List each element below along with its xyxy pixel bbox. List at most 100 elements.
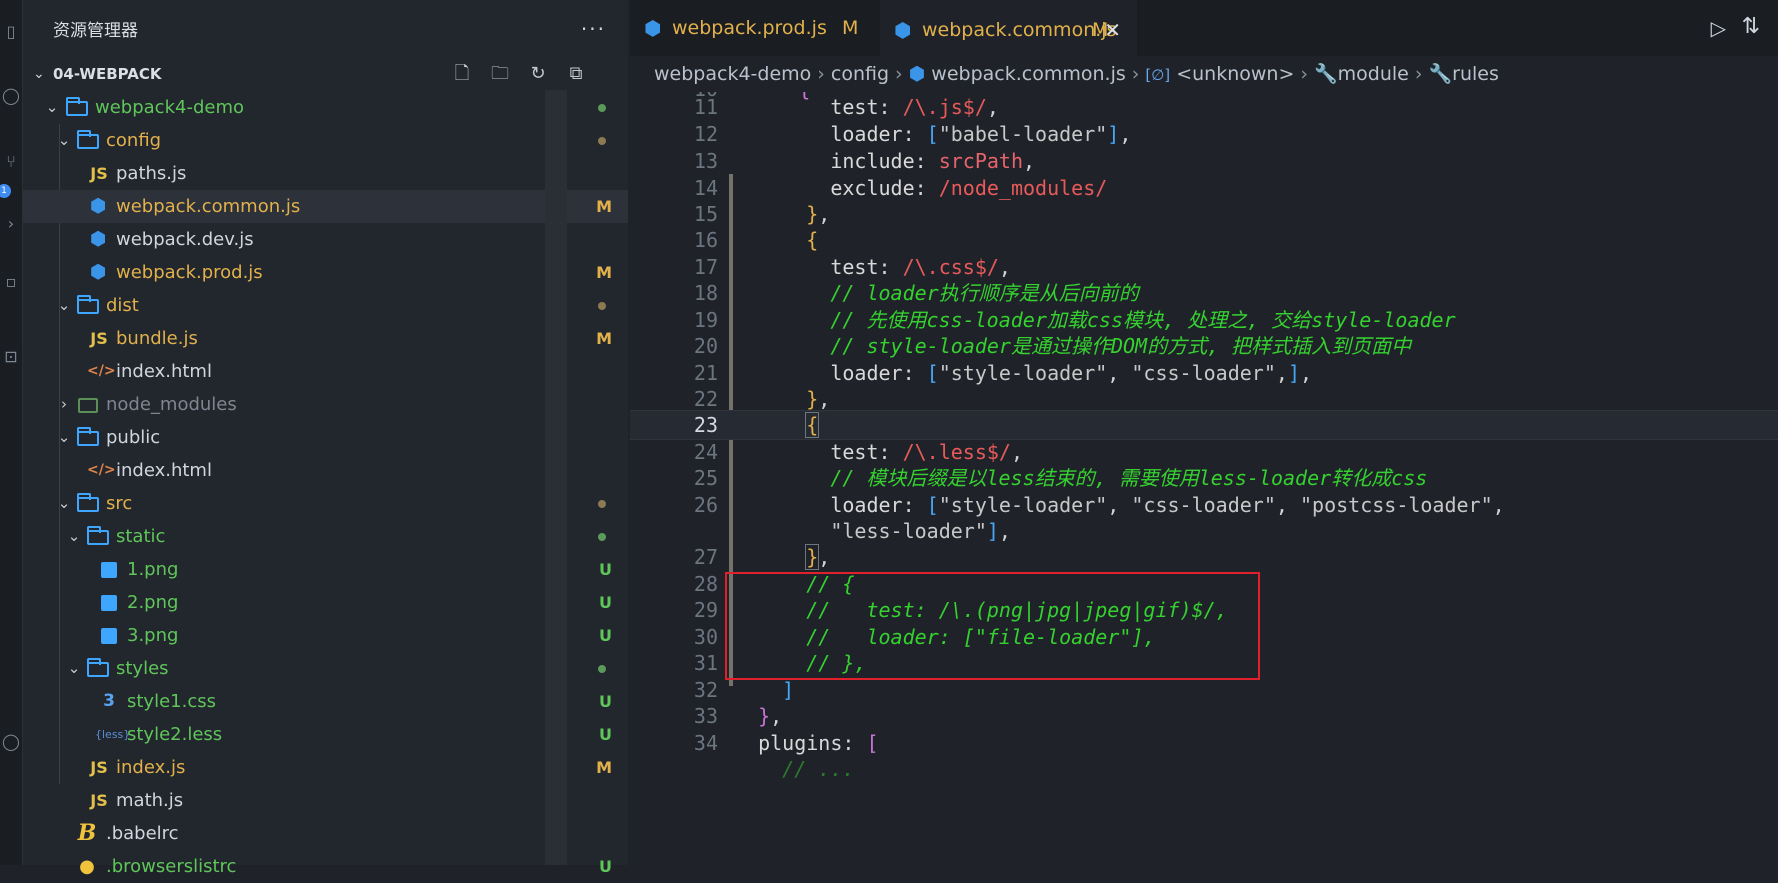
js-file-icon: JS [90,329,108,348]
tree-item-bundle-js[interactable]: JS bundle.js M [23,322,628,355]
tree-item-public-index-html[interactable]: </> index.html [23,454,628,487]
code-line: // ... [782,757,855,781]
chevron-down-icon[interactable]: ⌄ [33,58,45,90]
activity-bar: ▯ ◯ ⑂ 1 › ▫ ⊡ ◯ [0,0,23,865]
babel-file-icon: B [77,820,97,846]
wrench-icon: 🔧 [1428,63,1453,85]
status-dot [598,533,606,541]
tree-item-webpack-common-js[interactable]: ⬢ webpack.common.js M [23,190,628,223]
image-file-icon [97,619,121,652]
chevron-right-icon: › [61,395,67,413]
tree-item-index-js[interactable]: JS index.js M [23,751,628,784]
code-line: 27 }, [693,544,831,570]
webpack-file-icon: ⬢ [644,16,662,40]
more-actions-icon[interactable]: ··· [581,0,606,63]
breadcrumb-item[interactable]: module [1338,63,1409,85]
code-line: 33 }, [693,704,783,728]
remote-icon[interactable]: ⊡ [0,345,22,369]
extensions-icon[interactable]: ▫ [0,270,22,294]
less-file-icon: {less} [95,728,131,741]
run-icon[interactable]: ▷ [1711,16,1726,40]
explorer-title: 资源管理器 [53,21,138,41]
tree-item-style2-less[interactable]: {less} style2.less U [23,718,628,751]
webpack-file-icon: ⬢ [89,195,107,217]
tree-item-paths-js[interactable]: JS paths.js [23,157,628,190]
breadcrumb-item[interactable]: webpack4-demo [654,63,811,85]
tab-webpack-prod-js[interactable]: ⬢ webpack.prod.js M [630,0,879,56]
explorer-icon[interactable]: ▯ [0,20,22,44]
html-file-icon: </> [87,462,116,478]
editor: ⬢ webpack.prod.js M ⬢ webpack.common.js … [630,0,1778,865]
chevron-down-icon: ⌄ [57,494,71,512]
chevron-down-icon: ⌄ [67,527,81,545]
breadcrumb: webpack4-demo › config › ⬢ webpack.common.js… [654,63,1499,85]
tree-item-webpack-dev-js[interactable]: ⬢ webpack.dev.js [23,223,628,256]
folder-icon [76,289,100,322]
collapse-all-icon[interactable]: ⧉ [564,58,588,90]
code-line: 18 // loader执行顺序是从后向前的 [693,281,1139,305]
tree-item-3-png[interactable]: 3.png U [23,619,628,652]
tree-item-1-png[interactable]: 1.png U [23,553,628,586]
tree-item-config[interactable]: ⌄ config [23,124,628,157]
tree-item-babelrc[interactable]: B .babelrc [23,817,628,850]
browserslist-file-icon: ● [79,856,95,877]
run-debug-icon[interactable]: › [0,212,22,236]
current-line: 23 { [630,410,1778,440]
tab-webpack-common-js[interactable]: ⬢ webpack.common.js M ✕ [880,0,1137,58]
tree-item-dist[interactable]: ⌄ dist [23,289,628,322]
file-tree: ⌄ webpack4-demo ⌄ config JS paths.js ⬢ w… [23,91,628,883]
breadcrumb-item[interactable]: <unknown> [1176,63,1294,85]
tree-item-node-modules[interactable]: › node_modules [23,388,628,421]
new-file-icon[interactable]: 🗋 [450,58,474,90]
sidebar-scrollbar[interactable] [545,90,567,865]
refresh-icon[interactable]: ↻ [526,58,550,90]
code-line: 16 { [693,228,819,252]
image-file-icon [97,586,121,619]
status-dot [598,137,606,145]
webpack-file-icon: ⬢ [894,18,912,42]
tree-item-webpack4-demo[interactable]: ⌄ webpack4-demo [23,91,628,124]
tree-item-math-js[interactable]: JS math.js [23,784,628,817]
breadcrumb-item[interactable]: config [831,63,889,85]
webpack-file-icon: ⬢ [89,261,107,283]
webpack-file-icon: ⬢ [89,228,107,250]
workspace-section-header[interactable]: ⌄ 04-WEBPACK 🗋 🗀 ↻ ⧉ [23,58,628,90]
tree-item-style1-css[interactable]: 3 style1.css U [23,685,628,718]
folder-icon [65,91,89,124]
wrench-icon: 🔧 [1313,63,1338,85]
code-line: 20 // style-loader是通过操作DOM的方式, 把样式插入到页面中 [693,334,1412,358]
js-file-icon: JS [90,164,108,183]
code-area[interactable]: 10 { 11 test: /\.js$/, 12 loader: ["babe… [630,92,1778,865]
tree-item-static[interactable]: ⌄ static [23,520,628,553]
webpack-file-icon: ⬢ [908,63,932,85]
tree-item-browserslistrc[interactable]: ● .browserslistrc U [23,850,628,883]
tree-item-public[interactable]: ⌄ public [23,421,628,454]
symbol-variable-icon: [∅] [1145,66,1171,84]
search-icon[interactable]: ◯ [0,84,22,108]
breadcrumb-item[interactable]: webpack.common.js [931,63,1125,85]
status-dot [598,104,606,112]
source-control-icon[interactable]: ⑂ [0,150,22,174]
workspace-title: 04-WEBPACK [53,65,162,83]
open-changes-icon[interactable]: ⇅ [1742,14,1760,39]
css-file-icon: 3 [103,691,115,711]
tree-item-webpack-prod-js[interactable]: ⬢ webpack.prod.js M [23,256,628,289]
node-folder-icon [76,388,100,421]
status-dot [598,665,606,673]
chevron-down-icon: ⌄ [57,428,71,446]
image-file-icon [97,553,121,586]
breadcrumb-item[interactable]: rules [1452,63,1499,85]
tab-bar: ⬢ webpack.prod.js M ⬢ webpack.common.js … [630,0,1778,58]
account-icon[interactable]: ◯ [0,730,22,754]
tree-item-dist-index-html[interactable]: </> index.html [23,355,628,388]
chevron-down-icon: ⌄ [45,98,59,116]
tree-item-src[interactable]: ⌄ src [23,487,628,520]
tree-item-styles[interactable]: ⌄ styles [23,652,628,685]
new-folder-icon[interactable]: 🗀 [488,58,512,90]
folder-icon [86,652,110,685]
close-icon[interactable]: ✕ [1104,2,1121,58]
chevron-down-icon: ⌄ [57,131,71,149]
folder-icon [76,487,100,520]
source-control-badge: 1 [0,184,11,198]
tree-item-2-png[interactable]: 2.png U [23,586,628,619]
